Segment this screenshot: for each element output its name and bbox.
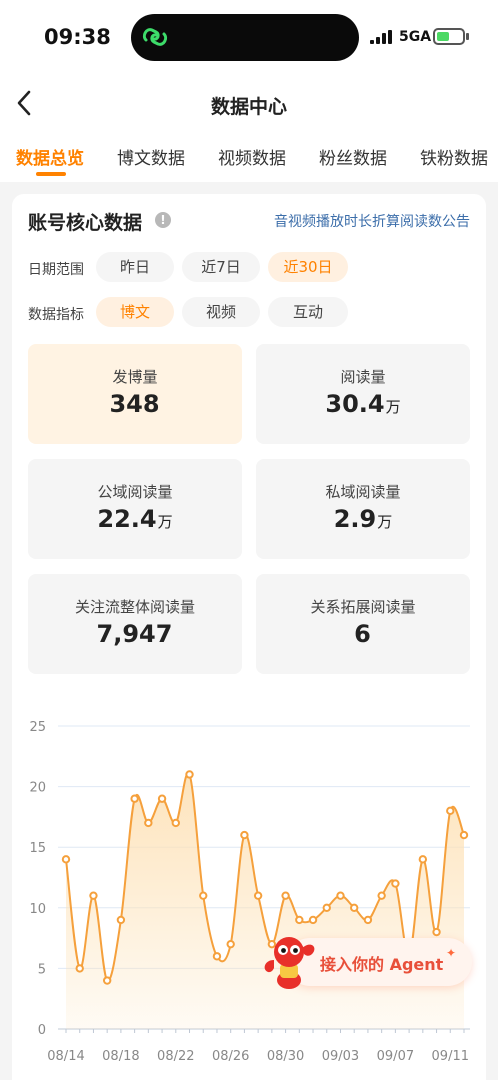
y-tick-label: 5 — [38, 962, 46, 977]
y-tick-label: 10 — [29, 902, 46, 917]
stat-public-reads[interactable]: 公域阅读量 22.4万 — [28, 459, 242, 559]
date-range-label: 日期范围 — [28, 262, 84, 278]
y-tick-label: 15 — [29, 841, 46, 856]
data-point — [350, 903, 359, 913]
x-tick-label: 09/11 — [432, 1049, 469, 1064]
battery-icon — [433, 28, 465, 45]
tab-bar: 数据总览 博文数据 视频数据 粉丝数据 铁粉数据 — [0, 134, 498, 182]
stat-label: 私域阅读量 — [325, 483, 401, 501]
data-point — [75, 964, 84, 973]
agent-label: 接入你的 Agent — [320, 955, 444, 974]
stat-label: 公域阅读量 — [97, 483, 173, 501]
y-tick-label: 0 — [38, 1023, 46, 1038]
stat-label: 发博量 — [112, 368, 158, 386]
tab-post-data[interactable]: 博文数据 — [117, 144, 185, 169]
data-point — [157, 794, 167, 803]
data-point — [363, 915, 373, 925]
data-point — [61, 855, 71, 864]
status-time: 09:38 — [44, 25, 111, 49]
stat-follow-feed-reads[interactable]: 关注流整体阅读量 7,947 — [28, 574, 242, 674]
stat-value: 22.4万 — [97, 505, 173, 533]
data-point — [377, 891, 386, 900]
metric-option-interaction[interactable]: 互动 — [268, 297, 348, 327]
sparkle-icon: ✦ — [446, 946, 457, 960]
data-point — [308, 915, 318, 925]
stat-value: 348 — [109, 390, 160, 418]
data-point — [295, 915, 304, 925]
y-tick-label: 25 — [29, 720, 46, 735]
data-point — [116, 915, 126, 925]
stat-label: 关系拓展阅读量 — [310, 598, 416, 616]
data-point — [199, 891, 208, 900]
mascot-icon — [264, 937, 315, 989]
x-tick-label: 08/30 — [267, 1049, 304, 1064]
data-point — [171, 818, 180, 828]
metric-option-posts[interactable]: 博文 — [96, 297, 174, 327]
status-bar: 09:38 5GA — [0, 0, 498, 74]
data-point — [253, 891, 263, 900]
page-title: 数据中心 — [210, 96, 287, 118]
notice-link[interactable]: 音视频播放时长折算阅读数公告 — [274, 211, 470, 231]
data-point — [144, 818, 153, 828]
reads-trend-chart[interactable]: 25 20 15 10 5 008/14 08/18 08/22 08/26 08/30 09/03… — [0, 706, 498, 1080]
tab-super-fans-data[interactable]: 铁粉数据 — [420, 144, 488, 169]
x-tick-label: 08/14 — [47, 1049, 84, 1064]
link-icon — [142, 28, 168, 46]
battery-cap — [466, 33, 469, 40]
data-point — [446, 806, 455, 816]
tab-active-indicator — [36, 172, 66, 176]
data-point — [89, 891, 98, 900]
data-point — [130, 794, 139, 803]
data-point — [418, 855, 428, 864]
tab-video-data[interactable]: 视频数据 — [218, 144, 286, 169]
x-tick-label: 08/22 — [157, 1049, 194, 1064]
data-point — [212, 952, 222, 961]
x-tick-label: 08/18 — [102, 1049, 139, 1064]
data-point — [240, 830, 249, 840]
info-icon[interactable]: ! — [155, 212, 171, 228]
metric-label: 数据指标 — [28, 307, 84, 323]
x-tick-label: 09/03 — [322, 1049, 359, 1064]
date-option-yesterday[interactable]: 昨日 — [96, 252, 174, 282]
signal-icon — [370, 30, 392, 44]
date-option-7d[interactable]: 近7日 — [182, 252, 260, 282]
data-point — [432, 927, 441, 937]
stat-label: 阅读量 — [340, 368, 386, 386]
card-title: 账号核心数据 — [28, 212, 143, 234]
data-point — [102, 976, 112, 985]
tab-overview[interactable]: 数据总览 — [16, 144, 84, 169]
stat-value: 6 — [354, 620, 371, 648]
date-option-30d[interactable]: 近30日 — [268, 252, 348, 282]
data-point — [391, 879, 400, 888]
stat-private-reads[interactable]: 私域阅读量 2.9万 — [256, 459, 470, 559]
data-point — [322, 903, 331, 913]
tab-fans-data[interactable]: 粉丝数据 — [319, 144, 387, 169]
y-tick-label: 20 — [29, 781, 46, 796]
network-type: 5GA — [399, 29, 432, 45]
x-tick-label: 08/26 — [212, 1049, 249, 1064]
data-point — [185, 770, 194, 779]
data-point — [226, 939, 235, 949]
metric-option-video[interactable]: 视频 — [182, 297, 260, 327]
data-point — [336, 891, 345, 900]
x-tick-label: 09/07 — [377, 1049, 414, 1064]
stat-reads[interactable]: 阅读量 30.4万 — [256, 344, 470, 444]
stat-value: 2.9万 — [333, 505, 393, 533]
stat-label: 关注流整体阅读量 — [74, 598, 195, 616]
data-point — [281, 891, 290, 900]
nav-bar: 数据中心 — [0, 74, 498, 134]
stat-posts[interactable]: 发博量 348 — [28, 344, 242, 444]
stat-value: 7,947 — [96, 620, 173, 648]
data-point — [459, 830, 469, 840]
stat-relation-reads[interactable]: 关系拓展阅读量 6 — [256, 574, 470, 674]
stat-value: 30.4万 — [325, 390, 401, 418]
